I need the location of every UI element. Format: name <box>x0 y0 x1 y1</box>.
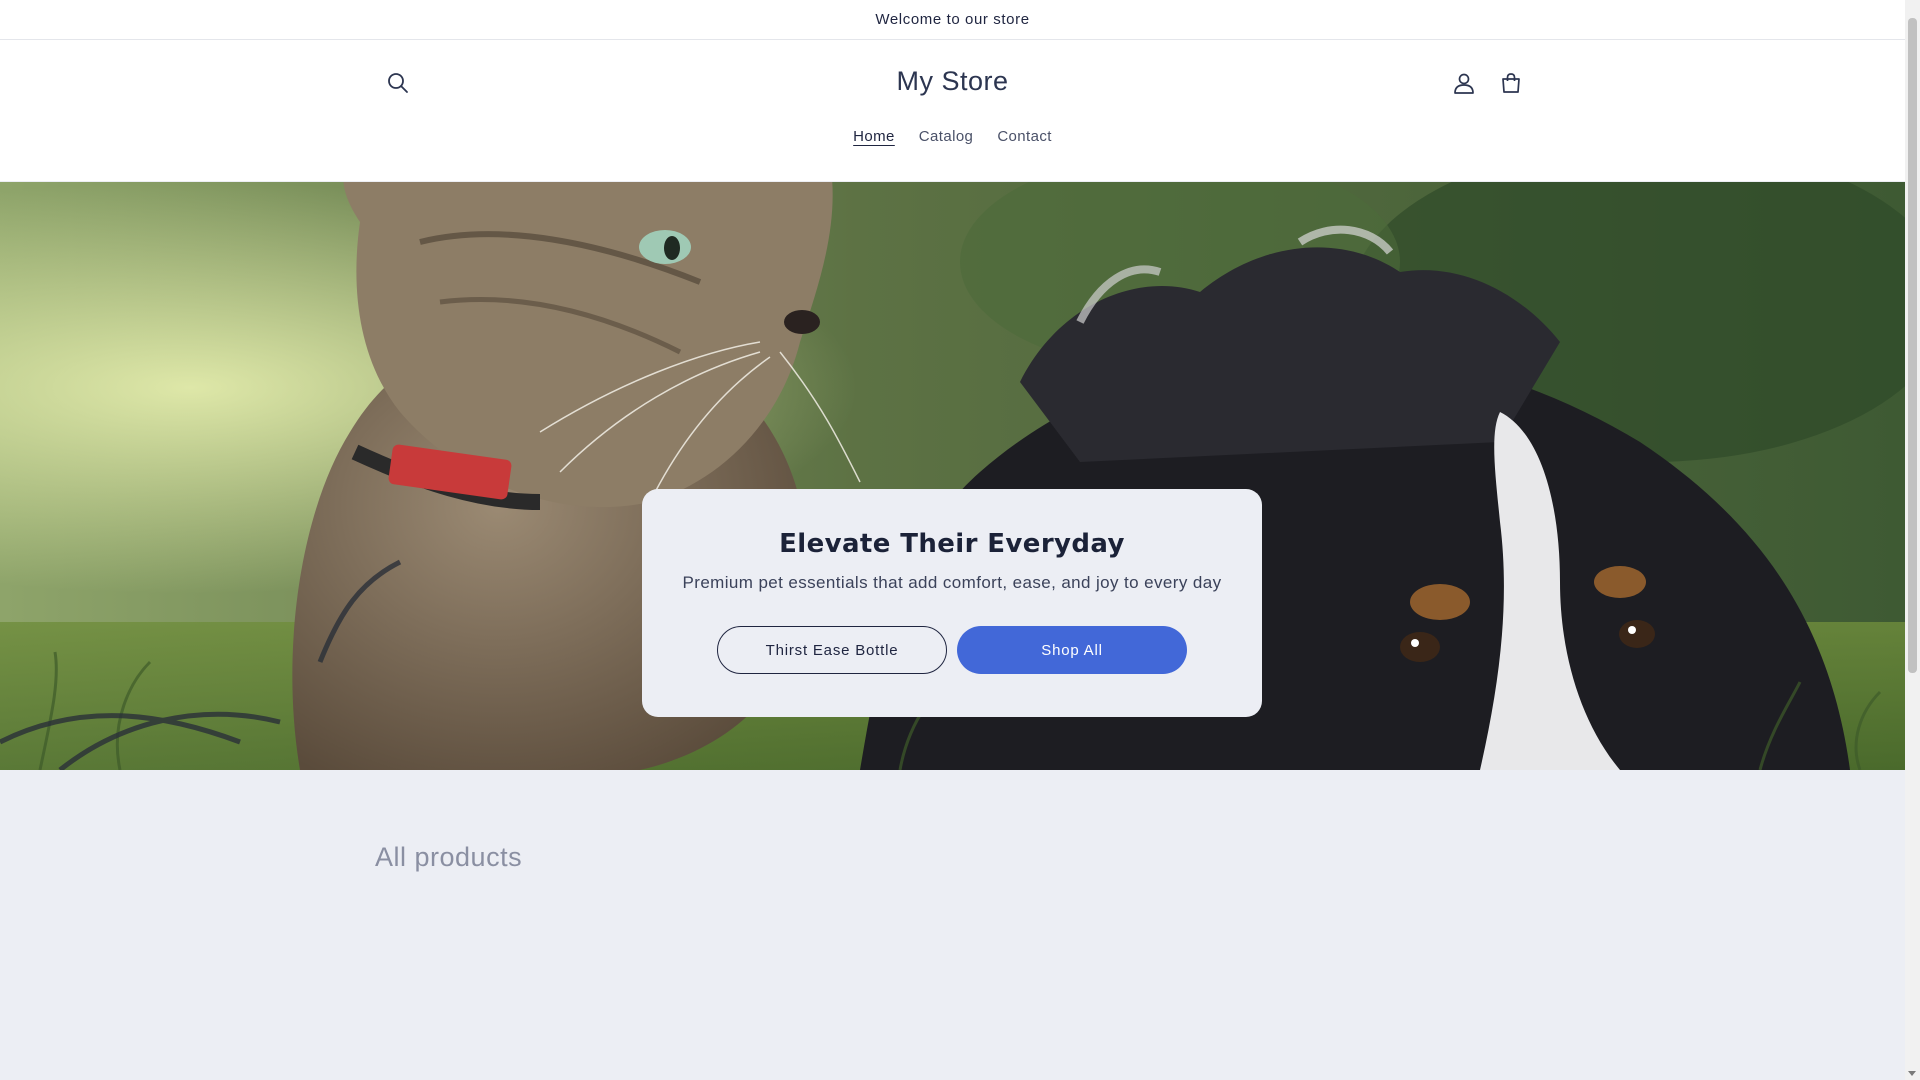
nav-item-catalog[interactable]: Catalog <box>907 128 986 145</box>
shop-all-button[interactable]: Shop All <box>957 626 1187 674</box>
nav-item-home[interactable]: Home <box>841 128 907 145</box>
site-header: My Store Home Catalog Contact <box>0 40 1905 181</box>
cart-icon <box>1502 73 1520 93</box>
hero-card: Elevate Their Everyday Premium pet essen… <box>642 489 1262 717</box>
page-scrollbar[interactable] <box>1905 0 1920 1080</box>
announcement-text: Welcome to our store <box>875 11 1030 28</box>
scrollbar-thumb[interactable] <box>1908 18 1917 673</box>
account-button[interactable] <box>1444 63 1484 103</box>
announcement-bar: Welcome to our store <box>0 0 1905 40</box>
store-page: Welcome to our store My Store Home Catal… <box>0 0 1905 1080</box>
thirst-ease-bottle-button[interactable]: Thirst Ease Bottle <box>717 626 947 674</box>
store-name-link[interactable]: My Store <box>896 66 1008 96</box>
scroll-down-arrow-icon[interactable] <box>1908 1071 1916 1076</box>
hero-title: Elevate Their Everyday <box>779 529 1125 559</box>
cart-button[interactable] <box>1491 63 1531 103</box>
account-icon <box>1454 73 1474 94</box>
products-section-title: All products <box>375 842 523 872</box>
nav-item-contact[interactable]: Contact <box>985 128 1064 145</box>
hero-buttons: Thirst Ease Bottle Shop All <box>642 626 1262 674</box>
store-logo: My Store <box>0 66 1905 97</box>
hero-banner: Elevate Their Everyday Premium pet essen… <box>0 182 1905 770</box>
main-nav: Home Catalog Contact <box>0 128 1905 145</box>
hero-subtitle: Premium pet essentials that add comfort,… <box>682 573 1222 592</box>
